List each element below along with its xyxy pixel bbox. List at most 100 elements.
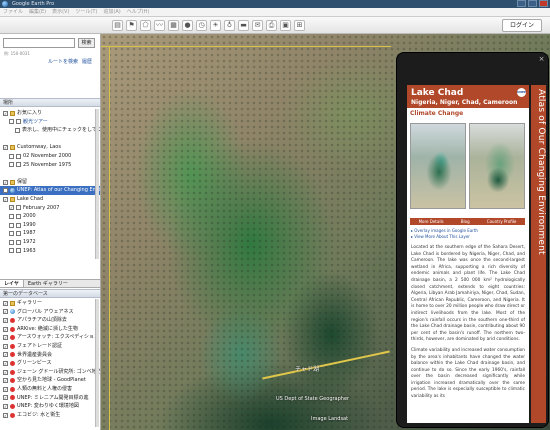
- tree-item[interactable]: ✓ 人類の無料と人権の侵害: [0, 385, 100, 394]
- minimize-button[interactable]: [517, 0, 526, 7]
- tree-item[interactable]: 1963: [0, 247, 100, 256]
- menu-item[interactable]: 追加(A): [103, 8, 120, 16]
- layers-scrollbar[interactable]: [95, 299, 99, 427]
- checkbox[interactable]: ✓: [3, 196, 8, 202]
- checkbox[interactable]: ✓: [3, 386, 8, 392]
- checkbox[interactable]: [9, 231, 14, 237]
- checkbox[interactable]: ✓: [3, 309, 8, 315]
- route-search-link[interactable]: ルートを検索: [48, 58, 78, 65]
- layers-header[interactable]: 第一のデータベース: [0, 289, 100, 298]
- tree-item[interactable]: ✓ UNEP: 変わりゆく環境地図: [0, 402, 100, 411]
- tree-item[interactable]: ✓ グリーンピース: [0, 359, 100, 368]
- checkbox[interactable]: ✓: [3, 145, 8, 151]
- menu-item[interactable]: 表示(V): [52, 8, 69, 16]
- checkbox[interactable]: [9, 119, 14, 125]
- checkbox[interactable]: ✓: [9, 205, 14, 211]
- tree-item[interactable]: ✓ エコビジ: 水と衛生: [0, 411, 100, 420]
- tree-item[interactable]: ✓ UNEP: ミレニアム開発目標の進: [0, 394, 100, 403]
- placemark-icon[interactable]: ⚑: [126, 20, 137, 31]
- tree-item[interactable]: [0, 135, 100, 144]
- places-header[interactable]: 場所: [0, 98, 100, 107]
- menu-item[interactable]: 編集(E): [29, 8, 46, 16]
- tree-item[interactable]: ✓ ジェーン グドール研究所: ゴンベ地方のチー: [0, 368, 100, 377]
- tree-item[interactable]: ✓ アースウォッチ: エクスペディション: [0, 333, 100, 342]
- checkbox[interactable]: ✓: [3, 317, 8, 323]
- checkbox[interactable]: [9, 153, 14, 159]
- checkbox[interactable]: ✓: [3, 403, 8, 409]
- tree-item[interactable]: ✓ 世界遺産委員会: [0, 351, 100, 360]
- menu-item[interactable]: ツール(T): [75, 8, 97, 16]
- menu-item[interactable]: ファイル: [3, 8, 23, 16]
- lake-image-before[interactable]: [410, 123, 466, 209]
- lake-image-after[interactable]: [469, 123, 525, 209]
- checkbox[interactable]: [15, 127, 20, 133]
- checkbox[interactable]: ✓: [3, 300, 8, 306]
- checkbox[interactable]: ✓: [3, 360, 8, 366]
- blog-link[interactable]: Blog: [461, 218, 470, 225]
- checkbox[interactable]: ✓: [3, 179, 8, 185]
- tab-layers[interactable]: レイヤ: [0, 280, 24, 287]
- maps-icon[interactable]: ⊞: [294, 20, 305, 31]
- places-scrollbar[interactable]: [95, 109, 99, 259]
- overlay-images-link-text[interactable]: Overlay images in Google Earth: [414, 228, 478, 233]
- tree-item[interactable]: 1990: [0, 221, 100, 230]
- tree-item[interactable]: 1972: [0, 238, 100, 247]
- overlay-icon[interactable]: ▦: [168, 20, 179, 31]
- more-details-link[interactable]: More Details: [419, 218, 444, 225]
- sidebar-toggle-icon[interactable]: ▤: [112, 20, 123, 31]
- path-icon[interactable]: 〰: [154, 20, 165, 31]
- planets-icon[interactable]: ♁: [224, 20, 235, 31]
- checkbox[interactable]: [9, 162, 14, 168]
- checkbox[interactable]: ✓: [3, 326, 8, 332]
- tree-item[interactable]: 観光ツアー: [0, 118, 100, 127]
- tab-earth-gallery[interactable]: Earth ギャラリー: [24, 280, 72, 287]
- tree-item[interactable]: ✓ ARKive: 絶滅に瀕した生物: [0, 325, 100, 334]
- tree-item[interactable]: 25 November 1975: [0, 161, 100, 170]
- history-link[interactable]: 履歴: [82, 58, 92, 65]
- checkbox[interactable]: [9, 239, 14, 245]
- tree-item[interactable]: [0, 169, 100, 178]
- tree-item[interactable]: ✓ グローバル アウェアネス: [0, 308, 100, 317]
- checkbox[interactable]: ✓: [3, 369, 8, 375]
- view-more-link[interactable]: ▸ View More About This Layer: [411, 234, 478, 240]
- maximize-button[interactable]: [528, 0, 537, 7]
- checkbox[interactable]: ✓: [3, 395, 8, 401]
- checkbox[interactable]: [9, 248, 14, 254]
- tree-item[interactable]: ✓ UNEP: Atlas of our Changing Environment: [0, 186, 100, 195]
- tree-item[interactable]: ✓ Customway, Laos: [0, 143, 100, 152]
- tree-item[interactable]: ✓ Lake Chad: [0, 195, 100, 204]
- email-icon[interactable]: ✉: [252, 20, 263, 31]
- country-profile-link[interactable]: Country Profile: [487, 218, 517, 225]
- checkbox[interactable]: [9, 213, 14, 219]
- tree-item[interactable]: 1987: [0, 229, 100, 238]
- tree-item[interactable]: ✓ アパラチアの山頂除去: [0, 316, 100, 325]
- save-image-icon[interactable]: ▣: [280, 20, 291, 31]
- tree-item[interactable]: 02 November 2000: [0, 152, 100, 161]
- checkbox[interactable]: ✓: [3, 378, 8, 384]
- tree-item[interactable]: ✓ 空から見た地球 - GoodPlanet: [0, 376, 100, 385]
- print-icon[interactable]: ⎙: [266, 20, 277, 31]
- checkbox[interactable]: ✓: [3, 110, 8, 116]
- polygon-icon[interactable]: ⬠: [140, 20, 151, 31]
- view-more-link-text[interactable]: View More About This Layer: [414, 234, 470, 239]
- checkbox[interactable]: [9, 222, 14, 228]
- checkbox[interactable]: ✓: [3, 352, 8, 358]
- checkbox[interactable]: ✓: [3, 335, 8, 341]
- historical-imagery-icon[interactable]: ◷: [196, 20, 207, 31]
- menu-item[interactable]: ヘルプ(H): [127, 8, 150, 16]
- tree-item[interactable]: ✓ 保留: [0, 178, 100, 187]
- ruler-icon[interactable]: ▬: [238, 20, 249, 31]
- checkbox[interactable]: ✓: [3, 412, 8, 418]
- tree-item[interactable]: 2000: [0, 212, 100, 221]
- tree-item[interactable]: ✓ February 2007: [0, 204, 100, 213]
- tree-item[interactable]: 表示し、使用中にチェックをしてください: [0, 126, 100, 135]
- tree-item[interactable]: ✓ お気に入り: [0, 109, 100, 118]
- search-input[interactable]: [3, 38, 75, 48]
- tree-item[interactable]: ✓ フェアトレード認証: [0, 342, 100, 351]
- close-window-button[interactable]: [539, 0, 548, 7]
- balloon-close-icon[interactable]: ×: [538, 56, 545, 63]
- sun-icon[interactable]: ☀: [210, 20, 221, 31]
- checkbox[interactable]: ✓: [3, 188, 8, 194]
- tour-icon[interactable]: ●: [182, 20, 193, 31]
- search-button[interactable]: 検索: [78, 38, 95, 48]
